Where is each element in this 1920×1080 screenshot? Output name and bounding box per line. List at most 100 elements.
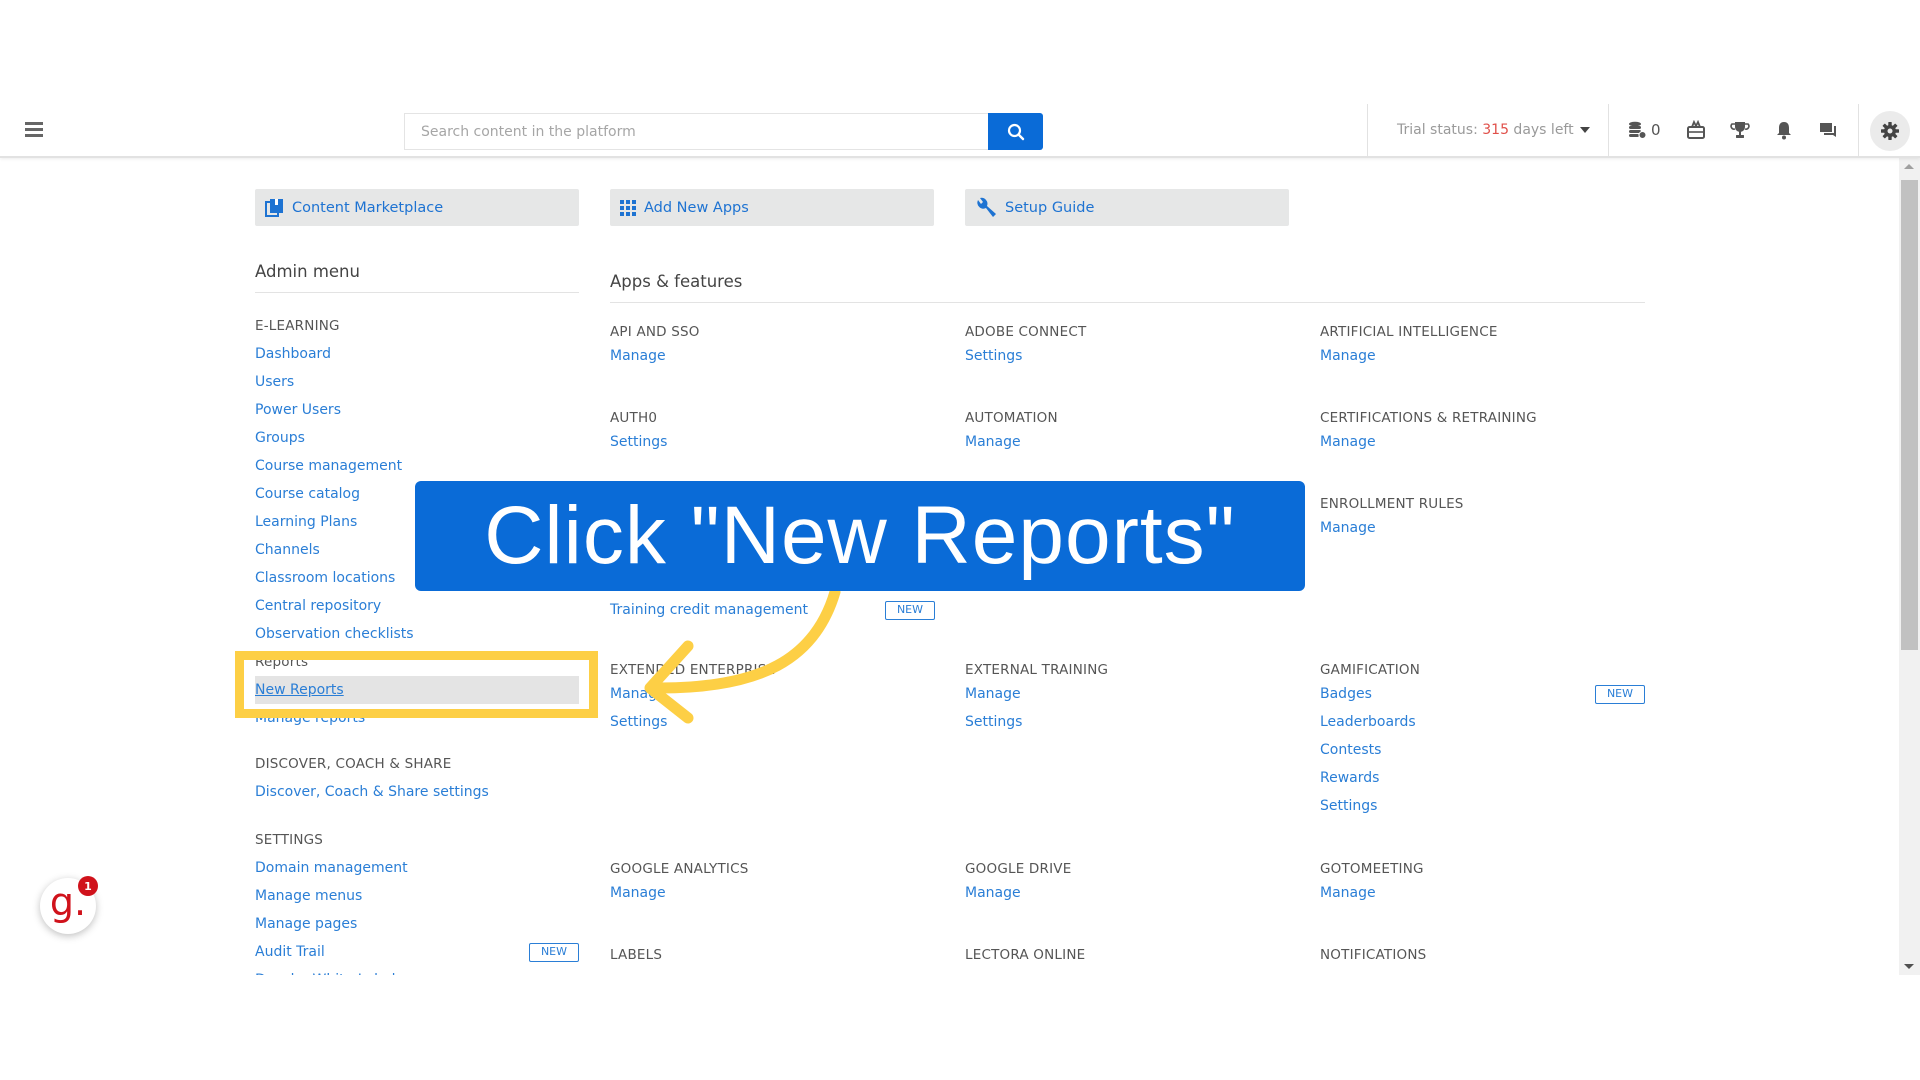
highlight-box	[235, 651, 598, 718]
menu-item-users[interactable]: Users	[255, 368, 579, 396]
vertical-scrollbar[interactable]	[1899, 158, 1920, 975]
bell-icon[interactable]	[1773, 119, 1795, 141]
menu-item-central-repository[interactable]: Central repository	[255, 592, 579, 620]
trophy-icon[interactable]	[1729, 119, 1751, 141]
trial-status-dropdown[interactable]: Trial status: 315 days left	[1397, 122, 1590, 138]
app-title: EXTERNAL TRAINING	[965, 662, 1109, 678]
app-link-badges[interactable]: Badges NEW	[1320, 682, 1645, 710]
app-title: GOTOMEETING	[1320, 861, 1424, 877]
wrench-icon	[977, 197, 996, 217]
app-link-manage[interactable]: Manage	[1320, 430, 1645, 458]
gift-icon[interactable]	[1685, 119, 1707, 141]
app-link-contests[interactable]: Contests	[1320, 738, 1645, 766]
app-gotomeeting: GOTOMEETING Manage	[1320, 858, 1645, 909]
badges-label: Badges	[1320, 686, 1372, 702]
menu-item-manage-menus[interactable]: Manage menus	[255, 882, 579, 910]
app-title: GOOGLE DRIVE	[965, 861, 1072, 877]
app-link-settings[interactable]: Settings	[610, 430, 935, 458]
app-link-settings[interactable]: Settings	[965, 710, 1290, 738]
app-link-manage[interactable]: Manage	[965, 430, 1290, 458]
section-title-discover-coach-share: DISCOVER, COACH & SHARE	[255, 756, 452, 772]
app-link-manage[interactable]: Manage	[1320, 516, 1645, 544]
app-api-and-sso: API AND SSO Manage	[610, 321, 935, 372]
trial-days: 315	[1482, 122, 1509, 138]
section-title-settings: SETTINGS	[255, 832, 324, 848]
app-link-manage[interactable]: Manage	[965, 881, 1290, 909]
menu-item-audit-trail[interactable]: Audit Trail NEW	[255, 938, 579, 966]
apps-grid-icon	[620, 199, 636, 216]
menu-item-groups[interactable]: Groups	[255, 424, 579, 452]
app-link-manage[interactable]: Manage	[610, 881, 935, 909]
app-title: AUTOMATION	[965, 410, 1058, 426]
menu-item-domain-management[interactable]: Domain management	[255, 854, 579, 882]
app-title: AUTH0	[610, 410, 658, 426]
header-divider	[1608, 104, 1609, 156]
trial-status-label: Trial status:	[1397, 122, 1483, 138]
apps-features-title: Apps & features	[610, 272, 743, 291]
app-extended-enterprise: EXTENDED ENTERPRISE Manage Settings	[610, 659, 935, 738]
new-badge: NEW	[1594, 685, 1645, 704]
menu-item-manage-pages[interactable]: Manage pages	[255, 910, 579, 938]
app-title: GOOGLE ANALYTICS	[610, 861, 749, 877]
add-new-apps-button[interactable]: Add New Apps	[610, 189, 934, 226]
scroll-up-arrow-icon[interactable]	[1904, 164, 1914, 169]
menu-item-course-management[interactable]: Course management	[255, 452, 579, 480]
coins-icon[interactable]	[1626, 119, 1648, 141]
menu-item-docebo-white-label[interactable]: Docebo White Label	[255, 966, 579, 975]
apps-features-divider	[610, 302, 1645, 303]
instruction-text: Click "New Reports"	[484, 490, 1236, 581]
header-divider	[1367, 104, 1368, 156]
app-google-drive: GOOGLE DRIVE Manage	[965, 858, 1290, 909]
trial-status-suffix: days left	[1508, 122, 1574, 138]
scrollbar-thumb[interactable]	[1901, 180, 1918, 650]
training-credit-label: Training credit management	[610, 602, 808, 618]
app-link-settings[interactable]: Settings	[1320, 794, 1645, 822]
app-link-settings[interactable]: Settings	[965, 344, 1290, 372]
app-title: ENROLLMENT RULES	[1320, 496, 1464, 512]
chat-icon[interactable]	[1817, 119, 1839, 141]
admin-menu-divider	[255, 292, 579, 293]
menu-item-dashboard[interactable]: Dashboard	[255, 340, 579, 368]
app-link-settings[interactable]: Settings	[610, 710, 935, 738]
menu-item-power-users[interactable]: Power Users	[255, 396, 579, 424]
app-training-credit: Training credit management NEW	[610, 598, 935, 626]
app-auth0: AUTH0 Settings	[610, 407, 935, 458]
book-icon	[265, 199, 283, 217]
menu-item-discover-coach-share-settings[interactable]: Discover, Coach & Share settings	[255, 778, 579, 806]
menu-icon[interactable]	[25, 122, 43, 138]
app-notifications: NOTIFICATIONS	[1320, 944, 1645, 967]
search-input[interactable]	[404, 113, 988, 150]
content-marketplace-label: Content Marketplace	[292, 199, 444, 216]
settings-button[interactable]	[1870, 111, 1910, 151]
admin-menu-title: Admin menu	[255, 262, 360, 281]
add-new-apps-label: Add New Apps	[644, 199, 749, 216]
scroll-down-arrow-icon[interactable]	[1904, 964, 1914, 969]
app-title: ADOBE CONNECT	[965, 324, 1087, 340]
app-external-training: EXTERNAL TRAINING Manage Settings	[965, 659, 1290, 738]
new-badge: NEW	[528, 943, 579, 962]
app-title: CERTIFICATIONS & RETRAINING	[1320, 410, 1537, 426]
app-title: LECTORA ONLINE	[965, 947, 1086, 963]
setup-guide-label: Setup Guide	[1005, 199, 1095, 216]
app-title: EXTENDED ENTERPRISE	[610, 662, 776, 678]
app-title: LABELS	[610, 947, 663, 963]
app-link-rewards[interactable]: Rewards	[1320, 766, 1645, 794]
app-enrollment-rules: ENROLLMENT RULES Manage	[1320, 493, 1645, 544]
menu-item-observation-checklists[interactable]: Observation checklists	[255, 620, 579, 648]
app-link-manage[interactable]: Manage	[1320, 344, 1645, 372]
search-button[interactable]	[988, 113, 1043, 150]
app-link-leaderboards[interactable]: Leaderboards	[1320, 710, 1645, 738]
content-marketplace-button[interactable]: Content Marketplace	[255, 189, 579, 226]
app-lectora-online: LECTORA ONLINE	[965, 944, 1290, 967]
app-adobe-connect: ADOBE CONNECT Settings	[965, 321, 1290, 372]
setup-guide-button[interactable]: Setup Guide	[965, 189, 1289, 226]
app-link-manage[interactable]: Manage	[965, 682, 1290, 710]
gear-icon	[1881, 122, 1899, 140]
app-link-manage[interactable]: Manage	[610, 682, 935, 710]
app-link-training-credit-management[interactable]: Training credit management NEW	[610, 598, 935, 626]
app-link-manage[interactable]: Manage	[610, 344, 935, 372]
app-link-manage[interactable]: Manage	[1320, 881, 1645, 909]
app-certifications-retraining: CERTIFICATIONS & RETRAINING Manage	[1320, 407, 1645, 458]
widget-notification-badge: 1	[78, 876, 98, 896]
app-title: ARTIFICIAL INTELLIGENCE	[1320, 324, 1498, 340]
